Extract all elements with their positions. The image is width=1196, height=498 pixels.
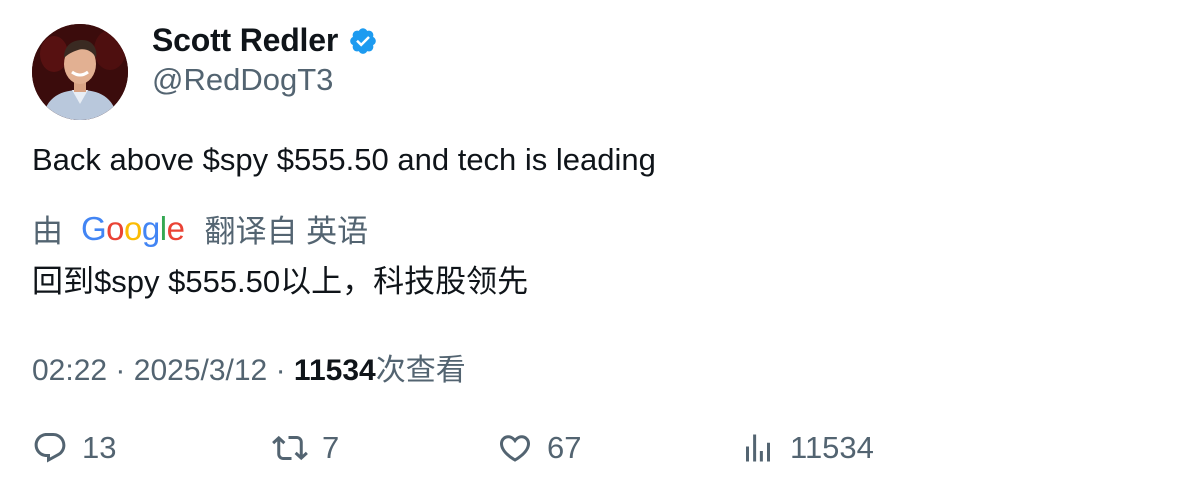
views-button[interactable]: 11534 bbox=[740, 430, 874, 466]
like-count: 67 bbox=[547, 430, 582, 465]
translation-attribution: 由 Google 翻译自 英语 bbox=[32, 206, 368, 251]
author-handle[interactable]: @RedDogT3 bbox=[152, 62, 333, 98]
views-count: 11534 bbox=[293, 354, 376, 387]
action-bar: 13 7 67 11534 bbox=[0, 430, 1196, 476]
like-button[interactable]: 67 bbox=[497, 430, 581, 466]
translated-text: 回到$spy $555.50以上，科技股领先 bbox=[32, 264, 529, 299]
translation-suffix[interactable]: 翻译自 英语 bbox=[204, 206, 368, 251]
translation-prefix: 由 bbox=[32, 214, 63, 249]
retweet-icon bbox=[272, 435, 308, 461]
meta-separator: · bbox=[115, 354, 126, 387]
meta-separator: · bbox=[275, 354, 286, 387]
avatar[interactable] bbox=[32, 24, 128, 120]
tweet-meta: 02:22 · 2025/3/12 · 11534次查看 bbox=[32, 345, 466, 389]
verified-badge-icon bbox=[350, 27, 376, 54]
tweet-time[interactable]: 02:22 bbox=[32, 354, 107, 387]
bar-chart-icon bbox=[746, 434, 770, 462]
views-label: 次查看 bbox=[375, 354, 466, 387]
retweet-count: 7 bbox=[322, 430, 340, 465]
tweet-text: Back above $spy $555.50 and tech is lead… bbox=[32, 142, 656, 177]
reply-icon bbox=[34, 433, 66, 463]
reply-button[interactable]: 13 bbox=[32, 430, 116, 466]
heart-icon bbox=[499, 435, 531, 462]
views-count-action: 11534 bbox=[790, 430, 874, 465]
author-name[interactable]: Scott Redler bbox=[152, 22, 338, 59]
tweet-date[interactable]: 2025/3/12 bbox=[134, 354, 267, 387]
reply-count: 13 bbox=[82, 430, 117, 465]
google-logo: Google bbox=[81, 209, 185, 247]
author-row: Scott Redler bbox=[152, 22, 378, 59]
avatar-photo bbox=[32, 24, 128, 120]
retweet-button[interactable]: 7 bbox=[272, 430, 339, 466]
